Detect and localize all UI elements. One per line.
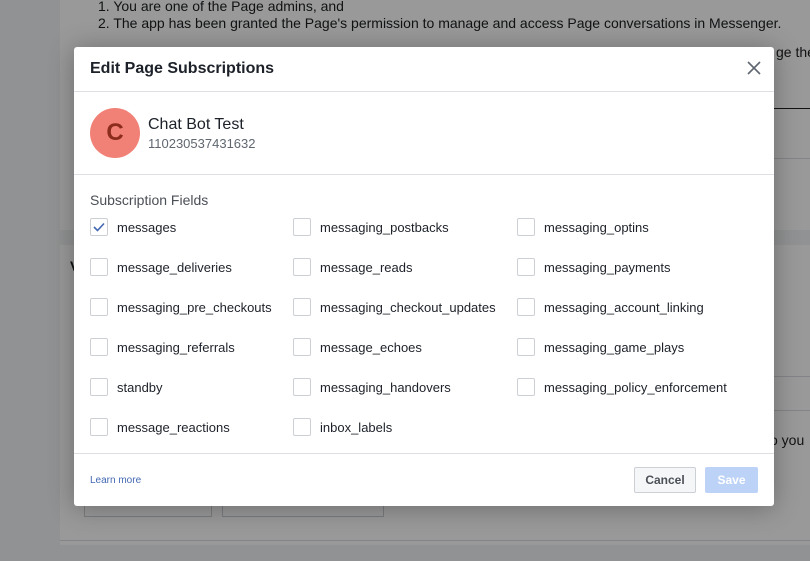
subscription-field-messaging-handovers[interactable]: messaging_handovers	[293, 377, 451, 397]
field-label: message_reads	[320, 259, 413, 275]
checkbox[interactable]	[90, 218, 108, 236]
subscription-field-message-echoes[interactable]: message_echoes	[293, 337, 422, 357]
checkbox[interactable]	[90, 418, 108, 436]
subscription-field-messaging-policy-enforcement[interactable]: messaging_policy_enforcement	[517, 377, 727, 397]
dialog-footer: Learn more Cancel Save	[74, 453, 774, 507]
field-label: messaging_postbacks	[320, 219, 449, 235]
subscription-field-message-deliveries[interactable]: message_deliveries	[90, 257, 232, 277]
avatar: C	[90, 108, 140, 158]
subscription-field-messaging-postbacks[interactable]: messaging_postbacks	[293, 217, 449, 237]
field-label: message_echoes	[320, 339, 422, 355]
field-label: messaging_pre_checkouts	[117, 299, 272, 315]
subscription-field-messaging-game-plays[interactable]: messaging_game_plays	[517, 337, 684, 357]
dialog-title: Edit Page Subscriptions	[90, 60, 275, 77]
field-label: messaging_policy_enforcement	[544, 379, 727, 395]
checkbox[interactable]	[293, 258, 311, 276]
subscription-field-message-reads[interactable]: message_reads	[293, 257, 413, 277]
field-label: messaging_checkout_updates	[320, 299, 496, 315]
close-icon[interactable]	[744, 58, 764, 78]
field-label: message_deliveries	[117, 259, 232, 275]
checkbox[interactable]	[517, 338, 535, 356]
checkbox[interactable]	[293, 298, 311, 316]
subscription-field-messaging-optins[interactable]: messaging_optins	[517, 217, 649, 237]
field-label: messaging_optins	[544, 219, 649, 235]
checkbox[interactable]	[90, 298, 108, 316]
subscription-field-messaging-payments[interactable]: messaging_payments	[517, 257, 670, 277]
field-label: messaging_handovers	[320, 379, 451, 395]
field-label: messaging_game_plays	[544, 339, 685, 355]
checkmark-icon	[93, 222, 105, 232]
checkbox[interactable]	[517, 378, 535, 396]
page-info: C Chat Bot Test 110230537431632	[74, 92, 774, 175]
subscription-field-messaging-pre-checkouts[interactable]: messaging_pre_checkouts	[90, 297, 272, 317]
learn-more-link[interactable]: Learn more	[90, 475, 141, 486]
page-id: 110230537431632	[148, 136, 256, 151]
save-button[interactable]: Save	[705, 467, 758, 493]
checkbox[interactable]	[517, 298, 535, 316]
subscription-field-messaging-checkout-updates[interactable]: messaging_checkout_updates	[293, 297, 496, 317]
subscription-fields-title: Subscription Fields	[90, 192, 209, 208]
field-label: inbox_labels	[320, 419, 393, 435]
field-label: messaging_payments	[544, 259, 671, 275]
checkbox[interactable]	[90, 378, 108, 396]
subscription-field-messages[interactable]: messages	[90, 217, 176, 237]
field-label: messaging_account_linking	[544, 299, 704, 315]
cancel-button[interactable]: Cancel	[634, 467, 696, 493]
checkbox[interactable]	[517, 258, 535, 276]
subscription-field-message-reactions[interactable]: message_reactions	[90, 417, 230, 437]
checkbox[interactable]	[293, 338, 311, 356]
field-label: message_reactions	[117, 419, 230, 435]
subscription-field-messaging-account-linking[interactable]: messaging_account_linking	[517, 297, 704, 317]
page-name: Chat Bot Test	[148, 116, 244, 133]
dialog-header: Edit Page Subscriptions	[74, 47, 774, 92]
field-label: messaging_referrals	[117, 339, 235, 355]
checkbox[interactable]	[517, 218, 535, 236]
checkbox[interactable]	[90, 338, 108, 356]
subscription-field-messaging-referrals[interactable]: messaging_referrals	[90, 337, 235, 357]
field-label: messages	[117, 219, 177, 235]
subscription-field-standby[interactable]: standby	[90, 377, 163, 397]
checkbox[interactable]	[90, 258, 108, 276]
checkbox[interactable]	[293, 378, 311, 396]
edit-page-subscriptions-dialog: Edit Page Subscriptions C Chat Bot Test …	[74, 47, 774, 506]
field-label: standby	[117, 379, 163, 395]
checkbox[interactable]	[293, 418, 311, 436]
checkbox[interactable]	[293, 218, 311, 236]
subscription-field-inbox-labels[interactable]: inbox_labels	[293, 417, 392, 437]
